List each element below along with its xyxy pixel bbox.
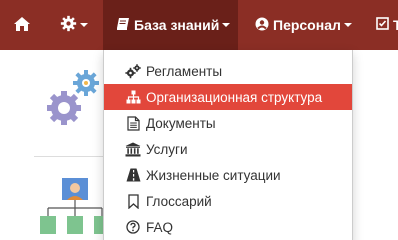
menu-item-label: Услуги	[146, 141, 188, 157]
menu-item-label: Организационная структура	[146, 89, 323, 105]
page: База знаний Персонал Т Регламенты Органи…	[0, 0, 398, 240]
menu-item-faq[interactable]: FAQ	[104, 214, 352, 240]
home-nav-button[interactable]	[0, 0, 44, 50]
user-circle-icon	[255, 17, 269, 34]
menu-item-label: Жизненные ситуации	[146, 167, 281, 183]
menu-item-label: Регламенты	[146, 63, 223, 79]
staff-label: Персонал	[273, 17, 341, 33]
menu-item-life-situations[interactable]: Жизненные ситуации	[104, 162, 352, 188]
gears-icon	[125, 63, 141, 79]
menu-item-glossary[interactable]: Глоссарий	[104, 188, 352, 214]
content-divider	[34, 156, 104, 157]
gears-illustration	[44, 66, 104, 130]
top-navbar: База знаний Персонал Т	[0, 0, 398, 50]
menu-item-label: Документы	[146, 115, 216, 131]
checkbox-icon	[376, 17, 389, 33]
institution-icon	[125, 141, 141, 157]
menu-item-org-structure[interactable]: Организационная структура	[104, 84, 352, 110]
more-nav-menu[interactable]: Т	[364, 0, 398, 50]
chevron-down-icon	[343, 23, 352, 27]
menu-item-label: Глоссарий	[146, 193, 212, 209]
book-icon	[116, 17, 130, 34]
chevron-down-icon	[222, 23, 231, 27]
knowledge-base-menu[interactable]: База знаний	[103, 0, 238, 50]
home-icon	[13, 16, 31, 35]
road-icon	[125, 167, 141, 183]
bookmark-icon	[125, 193, 141, 209]
menu-item-regulations[interactable]: Регламенты	[104, 58, 352, 84]
gear-icon	[60, 15, 77, 35]
knowledge-base-dropdown: Регламенты Организационная структура Док…	[103, 50, 353, 240]
menu-item-documents[interactable]: Документы	[104, 110, 352, 136]
question-circle-icon	[125, 219, 141, 235]
sitemap-icon	[125, 89, 141, 105]
chevron-down-icon	[80, 23, 88, 27]
document-icon	[125, 115, 141, 131]
knowledge-base-label: База знаний	[134, 17, 220, 33]
settings-nav-button[interactable]	[50, 0, 98, 50]
staff-menu[interactable]: Персонал	[242, 0, 357, 50]
org-chart-illustration	[40, 172, 104, 240]
menu-item-services[interactable]: Услуги	[104, 136, 352, 162]
more-nav-label: Т	[393, 17, 398, 33]
menu-item-label: FAQ	[146, 219, 174, 235]
